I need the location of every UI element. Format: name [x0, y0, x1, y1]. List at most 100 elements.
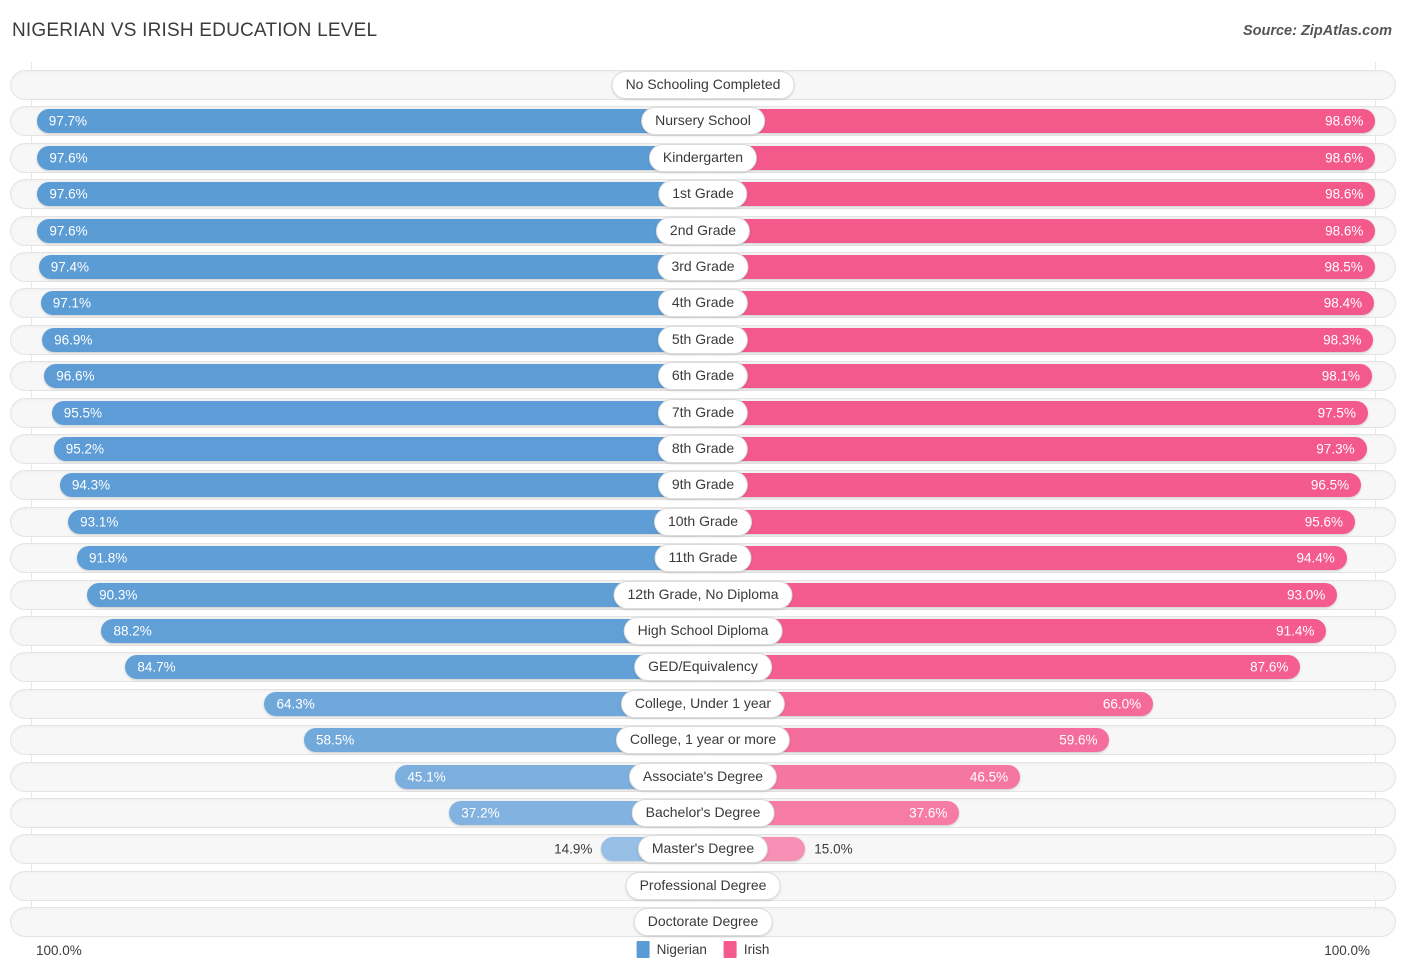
- bar-nigerian: 97.6%: [37, 218, 703, 243]
- bar-nigerian: 93.1%: [68, 509, 703, 534]
- bar-irish: 98.6%: [703, 218, 1376, 243]
- category-label[interactable]: 8th Grade: [657, 435, 749, 463]
- bar-value-label: 96.6%: [56, 368, 95, 384]
- bar-irish: 98.3%: [703, 327, 1374, 352]
- category-label[interactable]: 5th Grade: [657, 325, 749, 354]
- bar-value-label: 46.5%: [969, 768, 1009, 784]
- chart-row: 90.3% 93.0% 12th Grade, No Diploma: [10, 579, 1396, 610]
- bar-value-label: 98.5%: [1324, 259, 1363, 275]
- bar-nigerian: 97.1%: [40, 291, 703, 316]
- category-label[interactable]: High School Diploma: [623, 617, 783, 645]
- chart-row: 1.8%1.9%Doctorate Degree: [10, 907, 1396, 938]
- category-label[interactable]: 11th Grade: [654, 544, 752, 573]
- category-label[interactable]: 1st Grade: [658, 180, 748, 209]
- category-label[interactable]: 9th Grade: [657, 471, 749, 500]
- bar-value-label: 98.6%: [1325, 150, 1364, 166]
- chart-row: 84.7% 87.6% GED/Equivalency: [10, 652, 1396, 683]
- bar-value-label: 87.6%: [1250, 659, 1289, 675]
- category-label[interactable]: 6th Grade: [657, 362, 749, 391]
- bar-value-label: 59.6%: [1059, 732, 1098, 748]
- category-label[interactable]: Kindergarten: [648, 143, 758, 172]
- bar-value-label: 91.4%: [1276, 623, 1315, 639]
- legend-label: Irish: [743, 942, 770, 957]
- bar-irish: 98.6%: [703, 182, 1376, 207]
- chart-row: 2.3%1.4%No Schooling Completed: [10, 70, 1396, 100]
- bar-value-label: 66.0%: [1102, 696, 1142, 712]
- chart-row: 97.4% 98.5% 3rd Grade: [10, 252, 1396, 282]
- category-label[interactable]: 12th Grade, No Diploma: [613, 580, 793, 609]
- category-label[interactable]: GED/Equivalency: [634, 653, 772, 682]
- category-label[interactable]: 4th Grade: [657, 289, 749, 318]
- legend-item-irish[interactable]: Irish: [723, 941, 770, 958]
- legend-swatch-icon: [636, 941, 650, 958]
- bar-nigerian: 97.4%: [38, 255, 703, 279]
- bar-nigerian: 94.3%: [59, 473, 703, 498]
- bar-value-label: 91.8%: [88, 550, 128, 566]
- category-label[interactable]: Master's Degree: [637, 835, 769, 864]
- bar-nigerian: 95.2%: [53, 437, 703, 461]
- bar-nigerian: 90.3%: [87, 582, 703, 607]
- bar-irish: 98.1%: [703, 364, 1373, 389]
- bar-value-label: 95.2%: [65, 441, 105, 457]
- bar-value-label: 97.6%: [49, 150, 88, 166]
- chart-row: 97.7% 98.6% Nursery School: [10, 106, 1396, 137]
- bar-nigerian: 91.8%: [76, 546, 703, 571]
- bar-value-label: 90.3%: [99, 586, 138, 602]
- bar-irish: 98.6%: [703, 109, 1376, 134]
- bar-value-label: 97.6%: [49, 222, 88, 238]
- bar-value-label: 14.9%: [554, 841, 593, 857]
- bar-value-label: 96.5%: [1310, 477, 1350, 493]
- bar-value-label: 98.4%: [1323, 295, 1363, 311]
- chart-row: 88.2% 91.4% High School Diploma: [10, 616, 1396, 646]
- category-label[interactable]: No Schooling Completed: [611, 71, 795, 99]
- bar-value-label: 84.7%: [137, 659, 176, 675]
- bar-value-label: 97.6%: [49, 186, 88, 202]
- bar-irish: 98.6%: [703, 145, 1376, 170]
- legend-swatch-icon: [723, 941, 737, 958]
- category-label[interactable]: Doctorate Degree: [633, 908, 773, 937]
- bar-value-label: 95.5%: [63, 404, 102, 420]
- bar-value-label: 94.3%: [71, 477, 111, 493]
- bar-irish: 98.4%: [703, 291, 1375, 316]
- category-label[interactable]: 2nd Grade: [655, 216, 751, 245]
- chart-row: 45.1% 46.5% Associate's Degree: [10, 761, 1396, 792]
- bar-irish: 97.3%: [703, 437, 1367, 461]
- chart-row: 14.9% 15.0% Master's Degree: [10, 834, 1396, 865]
- chart-row: 91.8% 94.4% 11th Grade: [10, 543, 1396, 574]
- bar-irish: 87.6%: [703, 655, 1301, 680]
- bar-value-label: 95.6%: [1304, 514, 1343, 530]
- bar-nigerian: 95.5%: [51, 400, 703, 425]
- category-label[interactable]: College, 1 year or more: [615, 726, 791, 755]
- chart-row: 95.5% 97.5% 7th Grade: [10, 397, 1396, 428]
- chart-row: 97.1% 98.4% 4th Grade: [10, 288, 1396, 319]
- chart-row: 97.6% 98.6% 2nd Grade: [10, 215, 1396, 246]
- bar-value-label: 37.6%: [909, 805, 948, 821]
- bar-nigerian: 96.6%: [44, 364, 703, 389]
- bar-irish: 93.0%: [703, 582, 1338, 607]
- category-label[interactable]: Bachelor's Degree: [631, 799, 775, 827]
- bar-irish: 91.4%: [703, 619, 1327, 643]
- category-label[interactable]: 7th Grade: [657, 398, 749, 427]
- bar-irish: 96.5%: [703, 473, 1362, 498]
- category-label[interactable]: 3rd Grade: [657, 253, 749, 281]
- legend-item-nigerian[interactable]: Nigerian: [636, 941, 707, 958]
- chart-legend: Nigerian Irish: [636, 941, 770, 958]
- bar-nigerian: 96.9%: [42, 327, 703, 352]
- category-label[interactable]: Nursery School: [641, 107, 765, 136]
- chart-row: 4.2%4.4%Professional Degree: [10, 870, 1396, 901]
- bar-value-label: 97.1%: [52, 295, 92, 311]
- category-label[interactable]: Professional Degree: [625, 871, 781, 900]
- bar-value-label: 97.7%: [48, 113, 87, 129]
- chart-row: 58.5% 59.6% College, 1 year or more: [10, 725, 1396, 756]
- chart-plot-area: 2.3%1.4%No Schooling Completed 97.7% 98.6%…: [0, 62, 1406, 938]
- bar-value-label: 88.2%: [113, 623, 152, 639]
- category-label[interactable]: College, Under 1 year: [620, 689, 786, 718]
- category-label[interactable]: 10th Grade: [653, 507, 753, 536]
- category-label[interactable]: Associate's Degree: [628, 762, 778, 791]
- chart-row: 93.1% 95.6% 10th Grade: [10, 506, 1396, 537]
- chart-row: 95.2% 97.3% 8th Grade: [10, 434, 1396, 464]
- bar-value-label: 93.1%: [80, 514, 119, 530]
- chart-row: 96.6% 98.1% 6th Grade: [10, 361, 1396, 392]
- bar-irish: 98.5%: [703, 255, 1375, 279]
- bar-nigerian: 88.2%: [101, 619, 703, 643]
